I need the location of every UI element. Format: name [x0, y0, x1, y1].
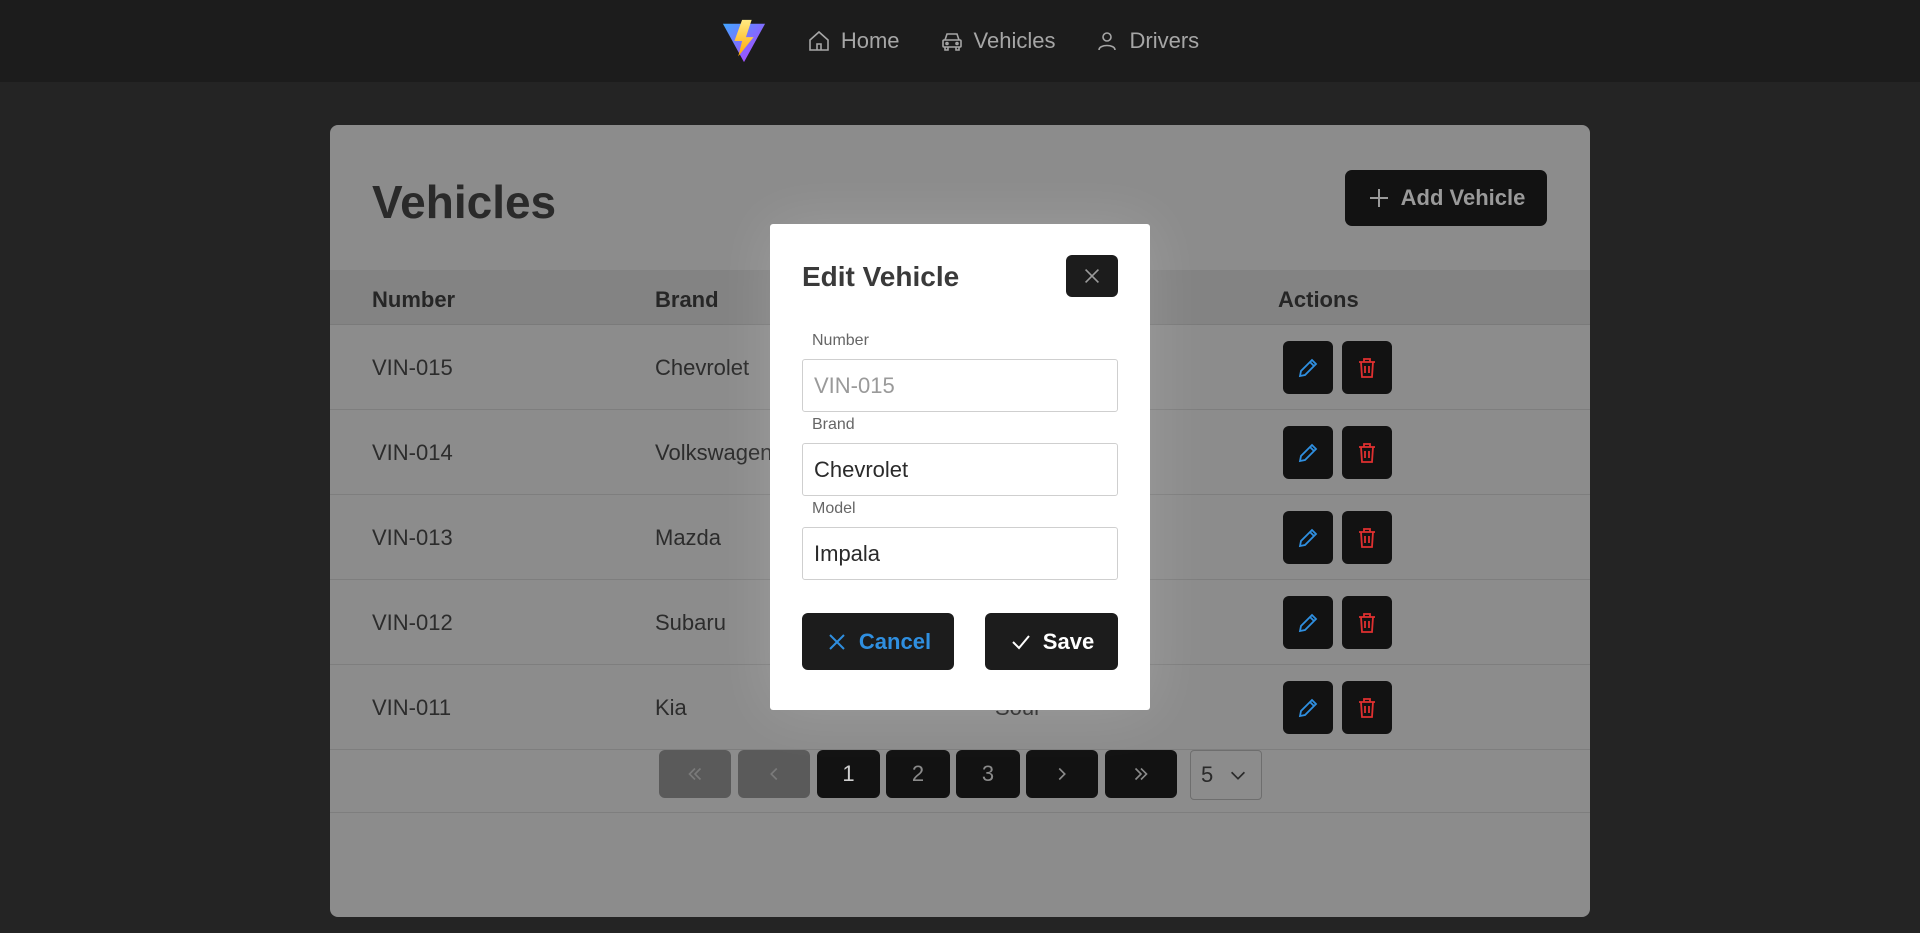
chevron-left-icon	[770, 767, 778, 781]
save-label: Save	[1042, 628, 1095, 654]
cell-brand: Mazda	[655, 525, 722, 550]
nav-drivers-label: Drivers	[1129, 28, 1200, 53]
trash-icon	[1359, 527, 1375, 548]
next-page-button[interactable]	[1026, 750, 1098, 798]
delete-button[interactable]	[1342, 511, 1392, 564]
edit-button[interactable]	[1283, 681, 1333, 734]
user-icon	[1098, 32, 1117, 51]
check-icon	[1012, 634, 1030, 649]
cell-number: VIN-013	[372, 525, 453, 550]
cancel-button[interactable]: Cancel	[802, 613, 954, 670]
column-brand: Brand	[655, 287, 719, 312]
page-title: Vehicles	[372, 176, 557, 228]
close-icon	[1084, 268, 1100, 284]
prev-page-button[interactable]	[738, 750, 810, 798]
modal-title: Edit Vehicle	[802, 261, 960, 292]
cell-brand: Volkswagen	[655, 440, 773, 465]
add-vehicle-button[interactable]: Add Vehicle	[1345, 170, 1547, 226]
nav-vehicles-label: Vehicles	[973, 28, 1056, 53]
double-chevron-right-icon	[1134, 767, 1148, 781]
trash-icon	[1359, 442, 1375, 463]
nav-home-label: Home	[840, 28, 900, 53]
chevron-down-icon	[1231, 771, 1246, 780]
model-label: Model	[812, 500, 856, 517]
pagination: 1 2 3 5	[330, 735, 1590, 813]
delete-button[interactable]	[1342, 426, 1392, 479]
nav-drivers[interactable]: Drivers	[1095, 28, 1199, 54]
cell-brand: Subaru	[655, 610, 726, 635]
add-vehicle-label: Add Vehicle	[1400, 185, 1526, 210]
trash-icon	[1359, 697, 1375, 718]
cell-number: VIN-014	[372, 440, 453, 465]
number-label: Number	[812, 332, 869, 349]
chevron-right-icon	[1058, 767, 1066, 781]
page-button-3[interactable]: 3	[956, 750, 1020, 798]
edit-button[interactable]	[1283, 596, 1333, 649]
cell-number: VIN-015	[372, 355, 453, 380]
brand-label: Brand	[812, 416, 855, 433]
page-button-2[interactable]: 2	[886, 750, 950, 798]
car-icon	[941, 33, 962, 51]
model-field[interactable]	[802, 527, 1118, 580]
save-button[interactable]: Save	[985, 613, 1118, 670]
cell-brand: Kia	[655, 695, 687, 720]
cell-brand: Chevrolet	[655, 355, 750, 380]
top-navbar: Home Vehicles Drivers	[0, 0, 1920, 82]
home-icon	[809, 30, 829, 51]
delete-button[interactable]	[1342, 341, 1392, 394]
delete-button[interactable]	[1342, 681, 1392, 734]
close-icon	[829, 633, 845, 650]
page-size-select[interactable]: 5	[1190, 750, 1262, 800]
trash-icon	[1359, 357, 1375, 378]
last-page-button[interactable]	[1105, 750, 1177, 798]
nav-home[interactable]: Home	[807, 28, 900, 54]
cell-number: VIN-012	[372, 610, 453, 635]
vite-logo[interactable]	[721, 18, 767, 64]
modal-close-button[interactable]	[1066, 255, 1118, 297]
edit-button[interactable]	[1283, 511, 1333, 564]
cell-number: VIN-011	[372, 695, 452, 720]
number-field	[802, 359, 1118, 412]
cancel-label: Cancel	[858, 628, 932, 654]
pencil-icon	[1298, 358, 1318, 377]
page-size-value: 5	[1201, 762, 1214, 787]
pencil-icon	[1298, 613, 1318, 632]
double-chevron-left-icon	[688, 767, 702, 781]
plus-icon	[1369, 189, 1388, 207]
pencil-icon	[1298, 698, 1318, 717]
edit-button[interactable]	[1283, 341, 1333, 394]
brand-field[interactable]	[802, 443, 1118, 496]
edit-button[interactable]	[1283, 426, 1333, 479]
page-button-1[interactable]: 1	[817, 750, 880, 798]
edit-vehicle-modal: Edit Vehicle Number Brand Model Cancel S…	[770, 224, 1150, 710]
column-number: Number	[372, 287, 456, 312]
column-actions: Actions	[1278, 287, 1359, 312]
trash-icon	[1359, 612, 1375, 633]
pencil-icon	[1298, 443, 1318, 462]
nav-vehicles[interactable]: Vehicles	[940, 28, 1056, 54]
pencil-icon	[1298, 528, 1318, 547]
delete-button[interactable]	[1342, 596, 1392, 649]
first-page-button[interactable]	[659, 750, 731, 798]
